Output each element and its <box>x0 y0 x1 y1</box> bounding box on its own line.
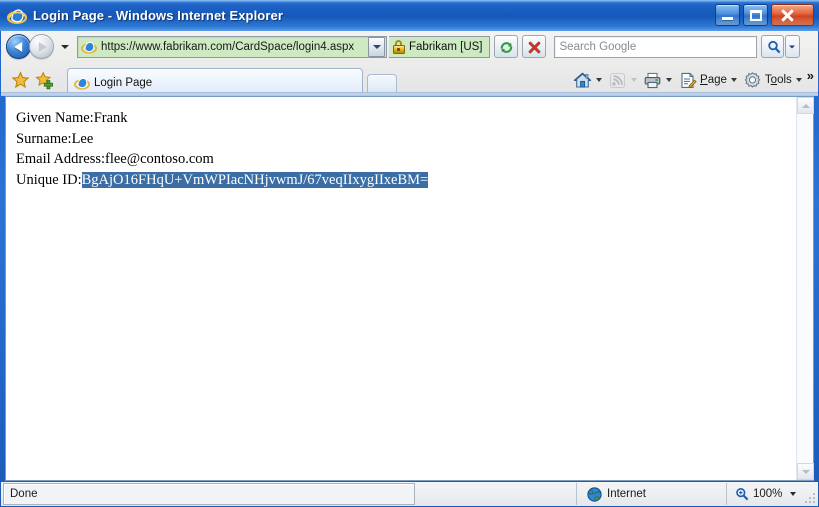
status-text: Done <box>10 488 38 500</box>
scrollbar-track[interactable] <box>797 114 813 463</box>
security-zone-cell[interactable]: Internet <box>576 483 726 505</box>
globe-icon <box>587 486 602 502</box>
chevron-up-icon <box>801 103 810 108</box>
internet-explorer-icon <box>81 39 97 55</box>
scroll-up-button[interactable] <box>797 97 814 114</box>
window-controls <box>715 4 814 26</box>
forward-button[interactable] <box>29 34 54 59</box>
stop-button[interactable] <box>521 35 546 58</box>
tab-row: Login Page Page Tools » <box>1 62 818 96</box>
content-line: Email Address:flee@contoso.com <box>16 149 796 170</box>
content-line: Surname:Lee <box>16 129 796 150</box>
tools-menu-label: Tools <box>764 74 792 86</box>
unique-id-label: Unique ID: <box>16 171 82 188</box>
back-button[interactable] <box>6 34 31 59</box>
address-url-text: https://www.fabrikam.com/CardSpace/login… <box>101 40 355 53</box>
status-bar: Done Internet 100% <box>1 482 818 506</box>
email-label: Email Address: <box>16 151 106 168</box>
unique-id-value[interactable]: BgAjO16FHqU+VmWPIacNHjvwmJ/67veqIIxygIIx… <box>81 171 429 188</box>
print-button[interactable] <box>640 68 675 92</box>
rss-feed-icon <box>608 71 627 90</box>
rss-feed-button[interactable] <box>605 68 640 92</box>
browser-chrome: https://www.fabrikam.com/CardSpace/login… <box>1 31 818 96</box>
refresh-button[interactable] <box>493 35 518 58</box>
address-bar[interactable]: https://www.fabrikam.com/CardSpace/login… <box>77 35 387 58</box>
navigation-row: https://www.fabrikam.com/CardSpace/login… <box>1 31 818 62</box>
given-name-label: Given Name: <box>16 110 94 126</box>
home-icon <box>573 71 592 90</box>
page-content: Given Name:Frank Surname:Lee Email Addre… <box>6 97 796 480</box>
email-value: flee@contoso.com <box>105 151 214 168</box>
title-bar: Login Page - Windows Internet Explorer <box>0 0 819 31</box>
search-input[interactable]: Search Google <box>553 35 757 58</box>
add-to-favorites-icon <box>35 71 53 90</box>
content-line: Unique ID:BgAjO16FHqU+VmWPIacNHjvwmJ/67v… <box>16 170 796 191</box>
resize-grip[interactable] <box>805 493 816 504</box>
tools-menu-button[interactable]: Tools <box>740 68 805 92</box>
address-dropdown-button[interactable] <box>368 36 385 57</box>
ev-certificate-badge[interactable]: Fabrikam [US] <box>389 35 490 58</box>
given-name-value: Frank <box>93 110 128 126</box>
page-menu-button[interactable]: Page <box>675 68 740 92</box>
scroll-down-button[interactable] <box>797 463 814 480</box>
print-icon <box>643 71 662 90</box>
page-viewport: Given Name:Frank Surname:Lee Email Addre… <box>5 96 814 481</box>
status-text-cell: Done <box>3 483 415 505</box>
browser-window: Login Page - Windows Internet Explorer h… <box>0 0 819 507</box>
close-button[interactable] <box>771 4 814 26</box>
maximize-button[interactable] <box>743 4 768 26</box>
recent-pages-button[interactable] <box>58 34 72 59</box>
minimize-button[interactable] <box>715 4 740 26</box>
page-icon <box>678 71 697 90</box>
tab-label: Login Page <box>94 76 153 89</box>
surname-value: Lee <box>71 130 94 147</box>
internet-explorer-icon <box>6 6 28 26</box>
favorites-center-button[interactable] <box>9 67 33 93</box>
zoom-icon <box>736 487 749 501</box>
security-zone-label: Internet <box>607 488 646 500</box>
add-to-favorites-button[interactable] <box>33 67 57 93</box>
zoom-level-label: 100% <box>753 488 783 500</box>
home-button[interactable] <box>570 68 605 92</box>
chevron-down-icon <box>801 469 810 474</box>
search-placeholder: Search Google <box>559 40 637 53</box>
window-title: Login Page - Windows Internet Explorer <box>33 8 283 23</box>
refresh-icon <box>500 42 512 53</box>
page-menu-label: Page <box>700 74 727 86</box>
padlock-icon <box>392 39 405 54</box>
command-bar: Page Tools » <box>570 67 814 93</box>
vertical-scrollbar[interactable] <box>796 97 814 480</box>
star-icon <box>11 71 30 89</box>
surname-label: Surname: <box>16 130 72 147</box>
content-line: Given Name:Frank <box>16 108 796 129</box>
status-spacer <box>415 483 576 505</box>
search-button[interactable] <box>760 35 784 58</box>
ev-certificate-label: Fabrikam [US] <box>409 40 483 53</box>
internet-explorer-icon <box>74 75 90 91</box>
chevron-down-icon[interactable] <box>790 492 797 496</box>
toolbar-overflow-button[interactable]: » <box>807 69 814 82</box>
search-provider-dropdown[interactable] <box>784 35 800 58</box>
gear-icon <box>743 71 762 90</box>
search-icon <box>767 40 780 54</box>
